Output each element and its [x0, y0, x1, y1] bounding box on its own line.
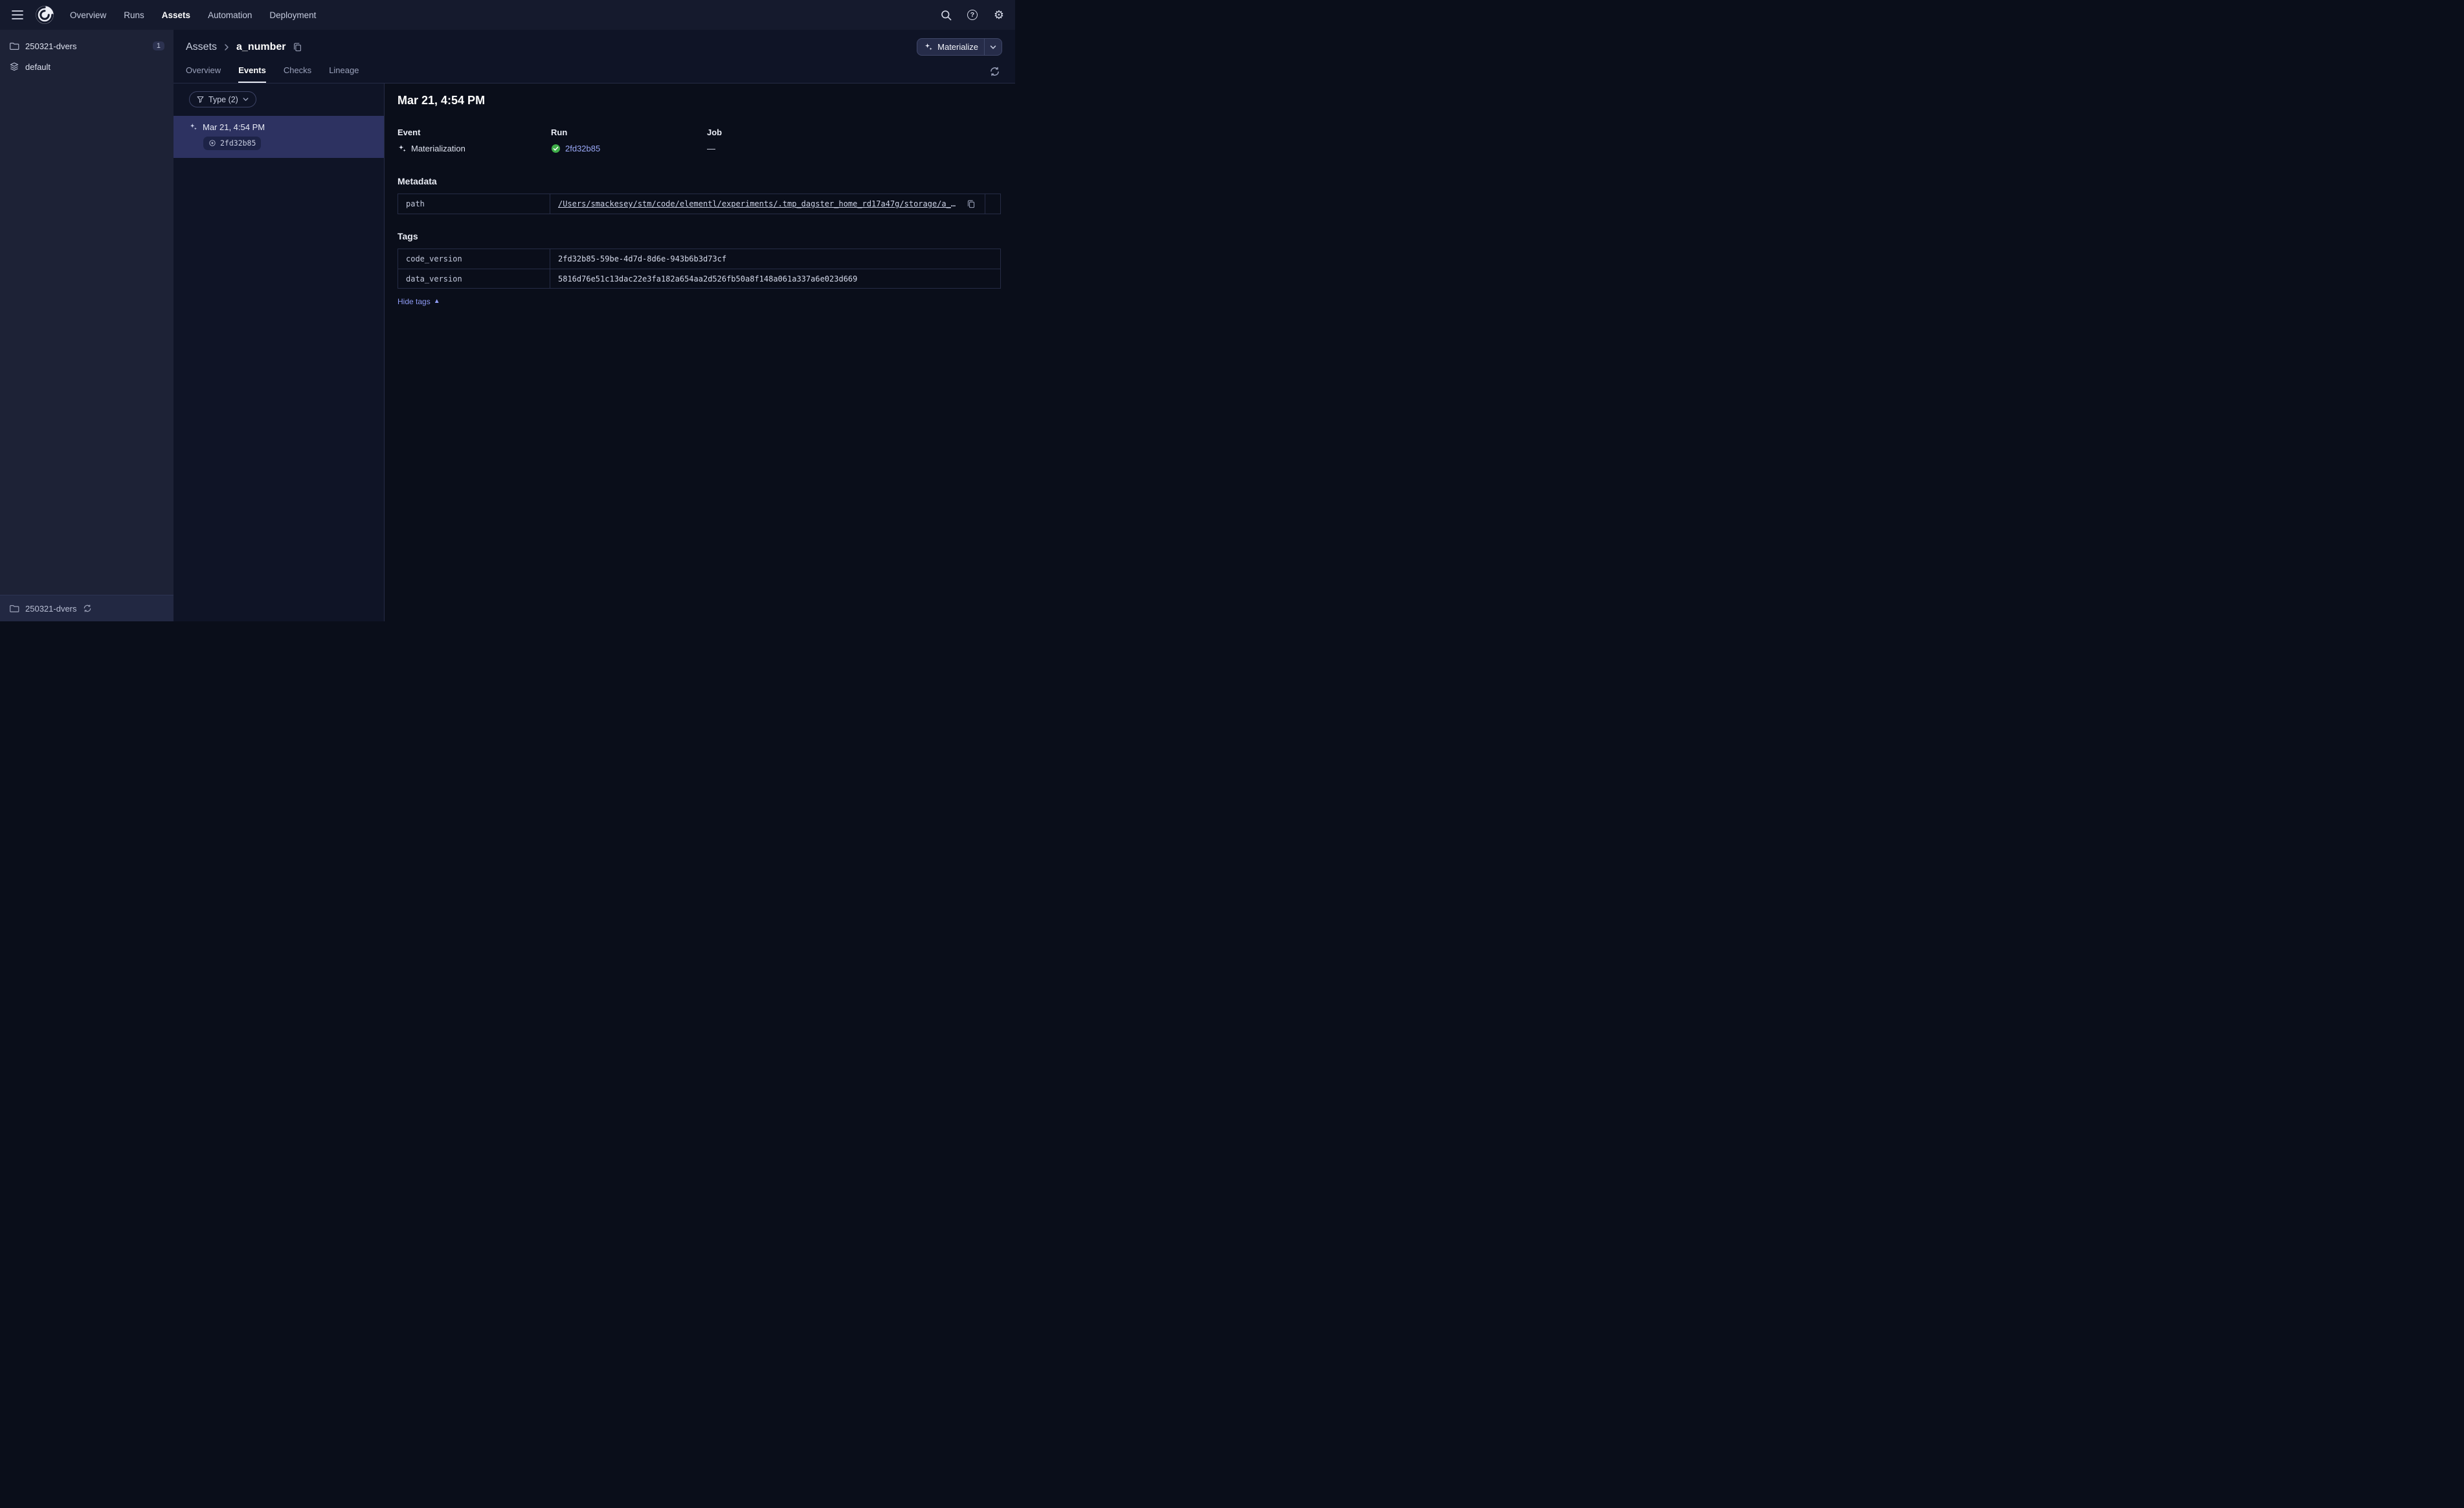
event-timestamp: Mar 21, 4:54 PM: [203, 122, 265, 132]
primary-nav: Overview Runs Assets Automation Deployme…: [70, 10, 316, 20]
asset-count-badge: 1: [152, 41, 164, 50]
chevron-down-icon: [989, 43, 997, 51]
dagster-logo[interactable]: [34, 4, 56, 26]
event-list-item[interactable]: Mar 21, 4:54 PM 2fd32b85: [174, 116, 384, 158]
main-panel: Assets a_number Materialize Overview Eve…: [174, 30, 1015, 621]
expand-cell[interactable]: [985, 194, 1000, 214]
sidebar-footer[interactable]: 250321-dvers: [0, 595, 174, 621]
search-button[interactable]: [939, 8, 953, 22]
top-nav-actions: ? ⚙: [939, 8, 1006, 22]
run-id-link[interactable]: 2fd32b85: [565, 144, 600, 153]
sidebar-footer-label: 250321-dvers: [25, 603, 77, 614]
folder-icon: [9, 603, 19, 614]
refresh-button[interactable]: [987, 64, 1002, 79]
type-filter-button[interactable]: Type (2): [189, 91, 256, 107]
metadata-table: path /Users/smackesey/stm/code/elementl/…: [398, 194, 1001, 214]
event-detail-panel: Mar 21, 4:54 PM Event Materialization Ru…: [385, 83, 1015, 621]
tag-key: data_version: [398, 269, 550, 288]
materialization-sparkle-icon: [189, 123, 197, 131]
copy-icon: [967, 199, 976, 208]
filter-funnel-icon: [196, 95, 205, 104]
job-value: —: [707, 144, 715, 153]
materialize-label: Materialize: [937, 42, 978, 52]
tag-value: 5816d76e51c13dac22e3fa182a654aa2d526fb50…: [558, 274, 858, 283]
materialize-dropdown-button[interactable]: [985, 43, 1002, 51]
nav-item-automation[interactable]: Automation: [208, 10, 252, 20]
run-column-label: Run: [551, 128, 568, 137]
sidebar-default-label: default: [25, 61, 51, 72]
help-icon: ?: [967, 10, 978, 20]
table-row: data_version 5816d76e51c13dac22e3fa182a6…: [398, 269, 1000, 288]
materialization-sparkle-icon: [398, 144, 407, 153]
event-summary: Event Materialization Run 2fd32b85 Job —: [398, 128, 1001, 153]
nav-item-overview[interactable]: Overview: [70, 10, 106, 20]
chevron-down-icon: [242, 96, 249, 103]
tab-checks[interactable]: Checks: [284, 65, 311, 83]
caret-up-icon: ▲: [433, 298, 440, 305]
breadcrumb-assets-link[interactable]: Assets: [186, 41, 217, 53]
search-icon: [941, 10, 952, 21]
table-row: code_version 2fd32b85-59be-4d7d-8d6e-943…: [398, 249, 1000, 269]
table-row: path /Users/smackesey/stm/code/elementl/…: [398, 194, 1000, 214]
tag-key: code_version: [398, 249, 550, 269]
event-column-label: Event: [398, 128, 421, 137]
metadata-path-link[interactable]: /Users/smackesey/stm/code/elementl/exper…: [558, 199, 959, 208]
dagster-logo-icon: [35, 5, 54, 25]
nav-item-deployment[interactable]: Deployment: [269, 10, 316, 20]
metadata-heading: Metadata: [398, 176, 437, 186]
copy-asset-name-button[interactable]: [291, 41, 304, 53]
hide-tags-link[interactable]: Hide tags ▲: [398, 297, 440, 306]
events-list-panel: Type (2) Mar 21, 4:54 PM 2fd32b85: [174, 83, 385, 621]
sidebar-group-label: 250321-dvers: [25, 41, 77, 51]
asset-name: a_number: [236, 41, 286, 52]
sidebar-item-group[interactable]: 250321-dvers 1: [0, 36, 174, 56]
tab-overview[interactable]: Overview: [186, 65, 221, 83]
help-button[interactable]: ?: [965, 8, 980, 22]
success-check-icon: [551, 144, 561, 153]
hamburger-menu-button[interactable]: [9, 8, 26, 22]
top-nav: Overview Runs Assets Automation Deployme…: [0, 0, 1015, 30]
nav-item-runs[interactable]: Runs: [124, 10, 144, 20]
app-root: Overview Runs Assets Automation Deployme…: [0, 0, 1015, 621]
asset-header: Assets a_number Materialize Overview Eve…: [174, 30, 1015, 83]
settings-button[interactable]: ⚙: [992, 8, 1006, 22]
materialize-button[interactable]: Materialize: [917, 38, 1002, 56]
refresh-icon: [989, 66, 1000, 77]
sidebar-item-default[interactable]: default: [0, 56, 174, 77]
asset-group-icon: [9, 61, 19, 72]
metadata-key: path: [398, 194, 550, 214]
gear-icon: ⚙: [993, 8, 1005, 21]
copy-icon: [293, 42, 302, 52]
chevron-right-icon: [223, 43, 230, 51]
run-target-icon: [208, 139, 216, 147]
nav-item-assets[interactable]: Assets: [162, 10, 190, 20]
type-filter-label: Type (2): [208, 94, 238, 104]
breadcrumb: Assets a_number: [186, 41, 304, 53]
event-list: Mar 21, 4:54 PM 2fd32b85: [174, 116, 384, 158]
copy-path-button[interactable]: [965, 198, 977, 210]
asset-catalog-sidebar: 250321-dvers 1 default 250321-dvers: [0, 30, 174, 621]
tags-heading: Tags: [398, 231, 418, 241]
event-title: Mar 21, 4:54 PM: [398, 94, 486, 107]
hamburger-icon: [12, 10, 23, 19]
job-column-label: Job: [707, 128, 722, 137]
tags-table: code_version 2fd32b85-59be-4d7d-8d6e-943…: [398, 249, 1001, 289]
tab-events[interactable]: Events: [238, 65, 266, 83]
folder-icon: [9, 41, 19, 51]
hide-tags-label: Hide tags: [398, 297, 431, 306]
run-id-text: 2fd32b85: [220, 139, 256, 148]
event-type-value: Materialization: [411, 144, 465, 153]
tag-value: 2fd32b85-59be-4d7d-8d6e-943b6b3d73cf: [558, 254, 727, 263]
sparkle-icon: [924, 43, 933, 52]
run-id-pill[interactable]: 2fd32b85: [203, 137, 262, 150]
sync-icon: [83, 604, 92, 613]
asset-tabs: Overview Events Checks Lineage: [186, 65, 1002, 83]
tab-lineage[interactable]: Lineage: [329, 65, 359, 83]
